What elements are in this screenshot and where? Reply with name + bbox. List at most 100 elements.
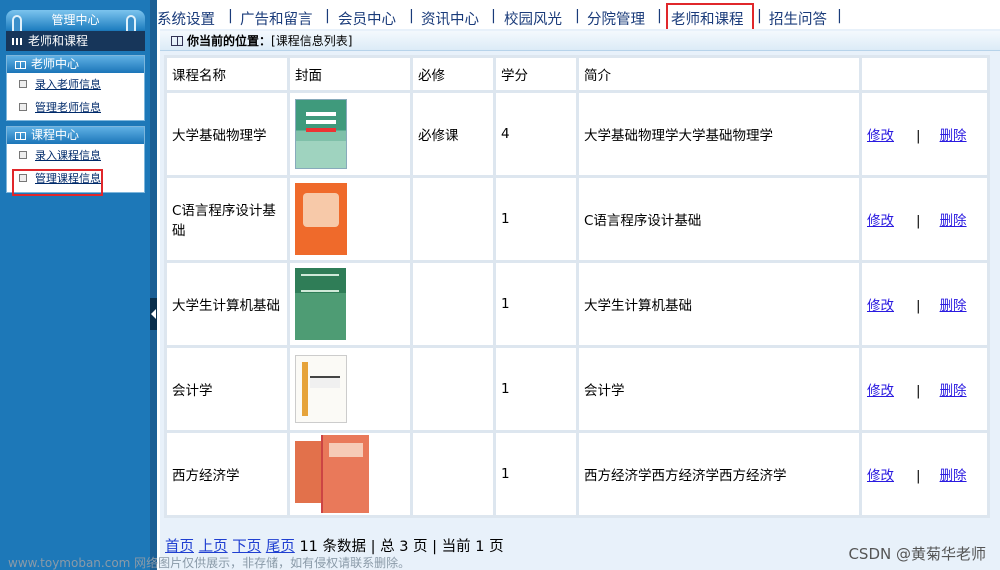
first-page-link[interactable]: 首页 xyxy=(165,539,194,555)
nav-separator: | xyxy=(325,8,330,24)
column-header-intro: 简介 xyxy=(579,58,859,90)
edit-link[interactable]: 修改 xyxy=(867,128,894,144)
course-name: 大学生计算机基础 xyxy=(167,263,287,345)
current-section-label: 老师和课程 xyxy=(28,34,89,48)
sidebar-item-add-teacher: 录入老师信息 xyxy=(7,73,144,96)
breadcrumb-value: [课程信息列表] xyxy=(271,34,353,48)
column-header-name: 课程名称 xyxy=(167,58,287,90)
grid-icon xyxy=(12,38,24,45)
table-row: 会计学 1 会计学 修改 | 删除 xyxy=(167,348,987,430)
panel-icon xyxy=(15,132,26,140)
next-page-link[interactable]: 下页 xyxy=(232,539,261,555)
course-credit: 1 xyxy=(496,263,576,345)
course-cover-cell xyxy=(290,178,410,260)
course-credit: 1 xyxy=(496,178,576,260)
nav-enrollment-qa[interactable]: 招生问答 xyxy=(769,8,827,29)
table-row: 大学生计算机基础 1 大学生计算机基础 修改 | 删除 xyxy=(167,263,987,345)
delete-link[interactable]: 删除 xyxy=(940,128,967,144)
delete-link[interactable]: 删除 xyxy=(940,298,967,314)
table-row: 大学基础物理学 必修课 4 大学基础物理学大学基础物理学 修改 | 删除 xyxy=(167,93,987,175)
delete-link[interactable]: 删除 xyxy=(940,383,967,399)
row-actions: 修改 | 删除 xyxy=(862,93,987,175)
sidebar-link[interactable]: 录入老师信息 xyxy=(35,78,101,91)
book-cover-computer xyxy=(295,268,346,340)
delete-link[interactable]: 删除 xyxy=(940,468,967,484)
course-required xyxy=(413,263,493,345)
prev-page-link[interactable]: 上页 xyxy=(199,539,228,555)
column-header-cover: 封面 xyxy=(290,58,410,90)
column-header-actions xyxy=(862,58,987,90)
collapse-arrow-icon[interactable] xyxy=(150,298,157,330)
nav-member-center[interactable]: 会员中心 xyxy=(338,8,396,29)
action-separator: | xyxy=(916,213,921,229)
nav-branch-management[interactable]: 分院管理 xyxy=(587,8,645,29)
highlight-box xyxy=(666,3,754,32)
watermark-right: CSDN @黄菊华老师 xyxy=(848,545,986,563)
edit-link[interactable]: 修改 xyxy=(867,468,894,484)
sidebar-group-header[interactable]: 课程中心 xyxy=(7,127,144,144)
current-page: | 当前 1 页 xyxy=(432,539,504,555)
action-separator: | xyxy=(916,468,921,484)
nav-campus-scenery[interactable]: 校园风光 xyxy=(504,8,562,29)
course-name: 大学基础物理学 xyxy=(167,93,287,175)
course-intro: 大学基础物理学大学基础物理学 xyxy=(579,93,859,175)
course-required: 必修课 xyxy=(413,93,493,175)
table-header-row: 课程名称 封面 必修 学分 简介 xyxy=(167,58,987,90)
nav-system-settings[interactable]: 系统设置 xyxy=(157,8,215,29)
sidebar-link[interactable]: 录入课程信息 xyxy=(35,149,101,162)
delete-link[interactable]: 删除 xyxy=(940,213,967,229)
book-cover-accounting xyxy=(295,355,347,423)
nav-separator: | xyxy=(757,8,762,24)
row-actions: 修改 | 删除 xyxy=(862,433,987,515)
table-row: 西方经济学 1 西方经济学西方经济学西方经济学 修改 | 删除 xyxy=(167,433,987,515)
course-intro: 大学生计算机基础 xyxy=(579,263,859,345)
sidebar-group-teacher: 老师中心 录入老师信息 管理老师信息 xyxy=(6,55,145,121)
edit-link[interactable]: 修改 xyxy=(867,383,894,399)
edit-link[interactable]: 修改 xyxy=(867,298,894,314)
row-actions: 修改 | 删除 xyxy=(862,263,987,345)
document-icon xyxy=(19,80,27,88)
last-page-link[interactable]: 尾页 xyxy=(266,539,295,555)
column-header-required: 必修 xyxy=(413,58,493,90)
course-name: C语言程序设计基础 xyxy=(167,178,287,260)
course-table: 课程名称 封面 必修 学分 简介 大学基础物理学 必修课 4 大学基础物理学大学… xyxy=(164,55,990,518)
document-icon xyxy=(19,151,27,159)
breadcrumb-label: 你当前的位置： xyxy=(187,34,272,48)
nav-news-center[interactable]: 资讯中心 xyxy=(421,8,479,29)
course-intro: 西方经济学西方经济学西方经济学 xyxy=(579,433,859,515)
course-credit: 1 xyxy=(496,348,576,430)
course-cover-cell xyxy=(290,348,410,430)
book-cover-physics xyxy=(295,99,347,169)
course-credit: 4 xyxy=(496,93,576,175)
highlight-box xyxy=(12,169,103,196)
course-name: 西方经济学 xyxy=(167,433,287,515)
nav-ads-messages[interactable]: 广告和留言 xyxy=(240,8,313,29)
sidebar-header-title: 管理中心 xyxy=(51,13,100,27)
course-intro: 会计学 xyxy=(579,348,859,430)
action-separator: | xyxy=(916,128,921,144)
total-records: 11 条数据 xyxy=(299,539,366,555)
sidebar-current-section: 老师和课程 xyxy=(6,31,145,51)
book-icon xyxy=(171,36,183,46)
sidebar-item-manage-teacher: 管理老师信息 xyxy=(7,96,144,119)
column-header-credit: 学分 xyxy=(496,58,576,90)
action-separator: | xyxy=(916,383,921,399)
pagination: 首页 上页 下页 尾页 11 条数据 | 总 3 页 | 当前 1 页 xyxy=(165,535,504,556)
edit-link[interactable]: 修改 xyxy=(867,213,894,229)
sidebar-group-header[interactable]: 老师中心 xyxy=(7,56,144,73)
course-cover-cell xyxy=(290,263,410,345)
nav-separator: | xyxy=(409,8,414,24)
row-actions: 修改 | 删除 xyxy=(862,348,987,430)
course-credit: 1 xyxy=(496,433,576,515)
nav-separator: | xyxy=(657,8,662,24)
nav-separator: | xyxy=(837,8,842,24)
course-required xyxy=(413,348,493,430)
panel-icon xyxy=(15,61,26,69)
course-intro: C语言程序设计基础 xyxy=(579,178,859,260)
sidebar-link[interactable]: 管理老师信息 xyxy=(35,101,101,114)
book-cover-economics xyxy=(295,435,369,513)
action-separator: | xyxy=(916,298,921,314)
nav-separator: | xyxy=(491,8,496,24)
sidebar: 管理中心 老师和课程 老师中心 录入老师信息 管理老师信息 课程中心 录入课程信… xyxy=(0,0,150,570)
course-required xyxy=(413,433,493,515)
